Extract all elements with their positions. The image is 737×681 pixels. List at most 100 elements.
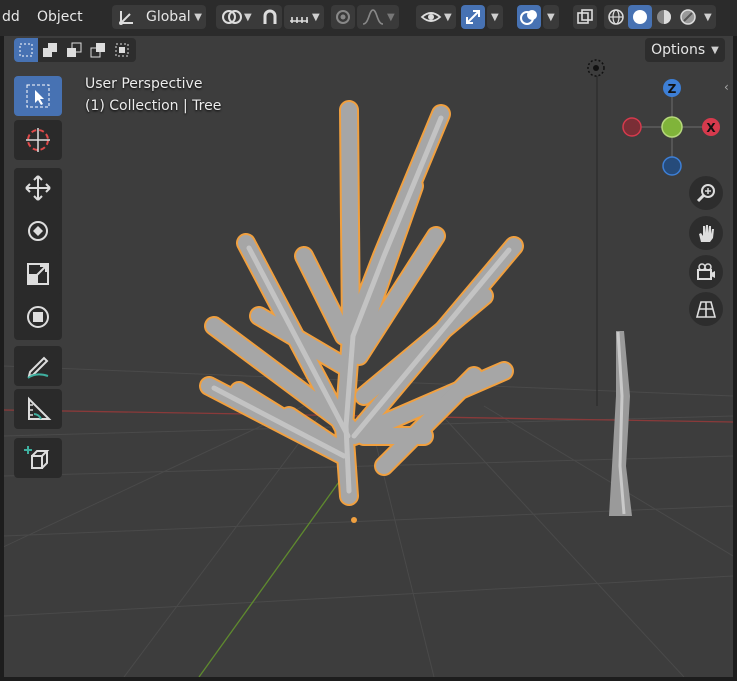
tree-object: [199, 100, 524, 506]
pivot-point-dropdown[interactable]: ▼: [216, 5, 264, 29]
camera-view-button[interactable]: [689, 255, 723, 289]
tree-origin-point: [351, 517, 357, 523]
chevron-down-icon: ▼: [547, 11, 555, 23]
x-axis-label: X: [706, 121, 716, 135]
add-cube-tool[interactable]: [14, 438, 62, 478]
neg-x-axis-handle: [622, 117, 642, 137]
move-tool[interactable]: [14, 168, 62, 208]
pencil-icon: [27, 356, 49, 379]
gizmo-dropdown[interactable]: ▼: [487, 5, 503, 29]
transform-tool[interactable]: [14, 297, 62, 337]
3d-viewport[interactable]: Options ▼ User Perspective (1) Collectio…: [4, 36, 733, 677]
snap-group: ▼: [258, 5, 324, 29]
overlays-toggle[interactable]: [517, 5, 541, 29]
snap-toggle[interactable]: [258, 5, 282, 29]
light-object: [587, 59, 605, 77]
extend-selection-icon: [43, 43, 57, 57]
options-dropdown[interactable]: Options ▼: [645, 38, 725, 62]
move-arrows-icon: [25, 175, 51, 201]
collection-info: (1) Collection | Tree: [85, 98, 222, 114]
solid-sphere-icon: [633, 10, 647, 24]
gizmo-arrows-icon: [466, 10, 480, 24]
intersect-selection-icon: [115, 43, 129, 57]
pan-button[interactable]: [689, 216, 723, 250]
chevron-down-icon: ▼: [711, 44, 719, 56]
new-selection-icon: [19, 43, 33, 57]
set-new-selection-button[interactable]: [14, 38, 38, 62]
cursor-icon: [26, 128, 50, 152]
measure-tool[interactable]: [14, 389, 62, 429]
rendered-shading-button[interactable]: [676, 5, 700, 29]
rotate-icon: [28, 221, 48, 241]
zoom-button[interactable]: [689, 176, 723, 210]
overlay-group: ▼: [517, 5, 559, 29]
falloff-curve-icon: [362, 9, 384, 25]
perspective-toggle-button[interactable]: [689, 292, 723, 326]
gizmo-toggle[interactable]: [461, 5, 485, 29]
sidebar-toggle-icon[interactable]: ‹: [724, 80, 729, 94]
solid-shading-button[interactable]: [628, 5, 652, 29]
overlays-icon: [520, 10, 537, 25]
annotate-tool[interactable]: [14, 346, 62, 386]
branch-object: [609, 331, 632, 516]
scale-tool[interactable]: [14, 254, 62, 294]
cursor-tool[interactable]: [14, 120, 62, 160]
difference-selection-icon: [90, 43, 105, 58]
wireframe-shading-button[interactable]: [604, 5, 628, 29]
chevron-down-icon: ▼: [244, 11, 252, 23]
camera-icon: [697, 263, 715, 280]
rotate-tool[interactable]: [14, 211, 62, 251]
orientation-label: Global: [146, 9, 191, 25]
wireframe-sphere-icon: [608, 9, 624, 25]
proportional-editing-toggle[interactable]: [331, 5, 355, 29]
object-menu[interactable]: Object: [37, 5, 83, 29]
z-axis-label: Z: [668, 82, 677, 96]
ruler-icon: [28, 396, 52, 420]
gizmo-group: ▼: [461, 5, 503, 29]
options-label: Options: [651, 42, 706, 58]
select-box-icon: [26, 84, 50, 108]
neg-z-axis-handle: [662, 156, 682, 176]
y-axis-handle: [661, 116, 683, 138]
grid-perspective-icon: [695, 301, 717, 318]
subtract-selection-button[interactable]: [62, 38, 86, 62]
select-box-tool[interactable]: [14, 76, 62, 116]
chevron-down-icon: ▼: [387, 11, 395, 23]
y-axis-line: [198, 460, 355, 677]
chevron-down-icon: ▼: [491, 11, 499, 23]
xray-icon: [577, 9, 593, 24]
selection-mode-strip: [14, 38, 136, 62]
pivot-icon: [222, 10, 242, 24]
xray-toggle[interactable]: [573, 5, 597, 29]
intersect-selection-button[interactable]: [110, 38, 134, 62]
falloff-dropdown[interactable]: ▼: [357, 5, 399, 29]
shading-dropdown[interactable]: ▼: [700, 5, 716, 29]
eye-icon: [420, 12, 442, 22]
snap-increment-icon: [290, 17, 308, 23]
transform-icon: [27, 306, 49, 328]
hand-icon: [699, 225, 714, 242]
difference-selection-button[interactable]: [86, 38, 110, 62]
object-menu-label: Object: [37, 9, 83, 25]
chevron-down-icon: ▼: [194, 11, 202, 23]
rendered-sphere-icon: [680, 9, 696, 25]
chevron-down-icon: ▼: [312, 11, 320, 23]
chevron-down-icon: ▼: [704, 11, 712, 23]
add-cube-icon: [24, 446, 50, 469]
snap-target-dropdown[interactable]: ▼: [284, 5, 324, 29]
proportional-icon: [336, 10, 350, 24]
extend-selection-button[interactable]: [38, 38, 62, 62]
transform-orientation-dropdown[interactable]: Global ▼: [112, 5, 206, 29]
visibility-dropdown[interactable]: ▼: [416, 5, 456, 29]
magnet-icon: [263, 9, 277, 24]
shading-mode-group: ▼: [604, 5, 716, 29]
viewport-header: dd Object Global ▼ ▼ ▼ ▼ ▼ ▼ ▼ ▼: [0, 0, 737, 36]
material-sphere-icon: [657, 10, 671, 24]
subtract-selection-icon: [67, 42, 82, 57]
editor-menu[interactable]: dd: [2, 5, 20, 29]
overlays-dropdown[interactable]: ▼: [543, 5, 559, 29]
view-name: User Perspective: [85, 76, 203, 92]
editor-menu-label: dd: [2, 9, 20, 25]
material-shading-button[interactable]: [652, 5, 676, 29]
orientation-icon: [119, 11, 133, 25]
